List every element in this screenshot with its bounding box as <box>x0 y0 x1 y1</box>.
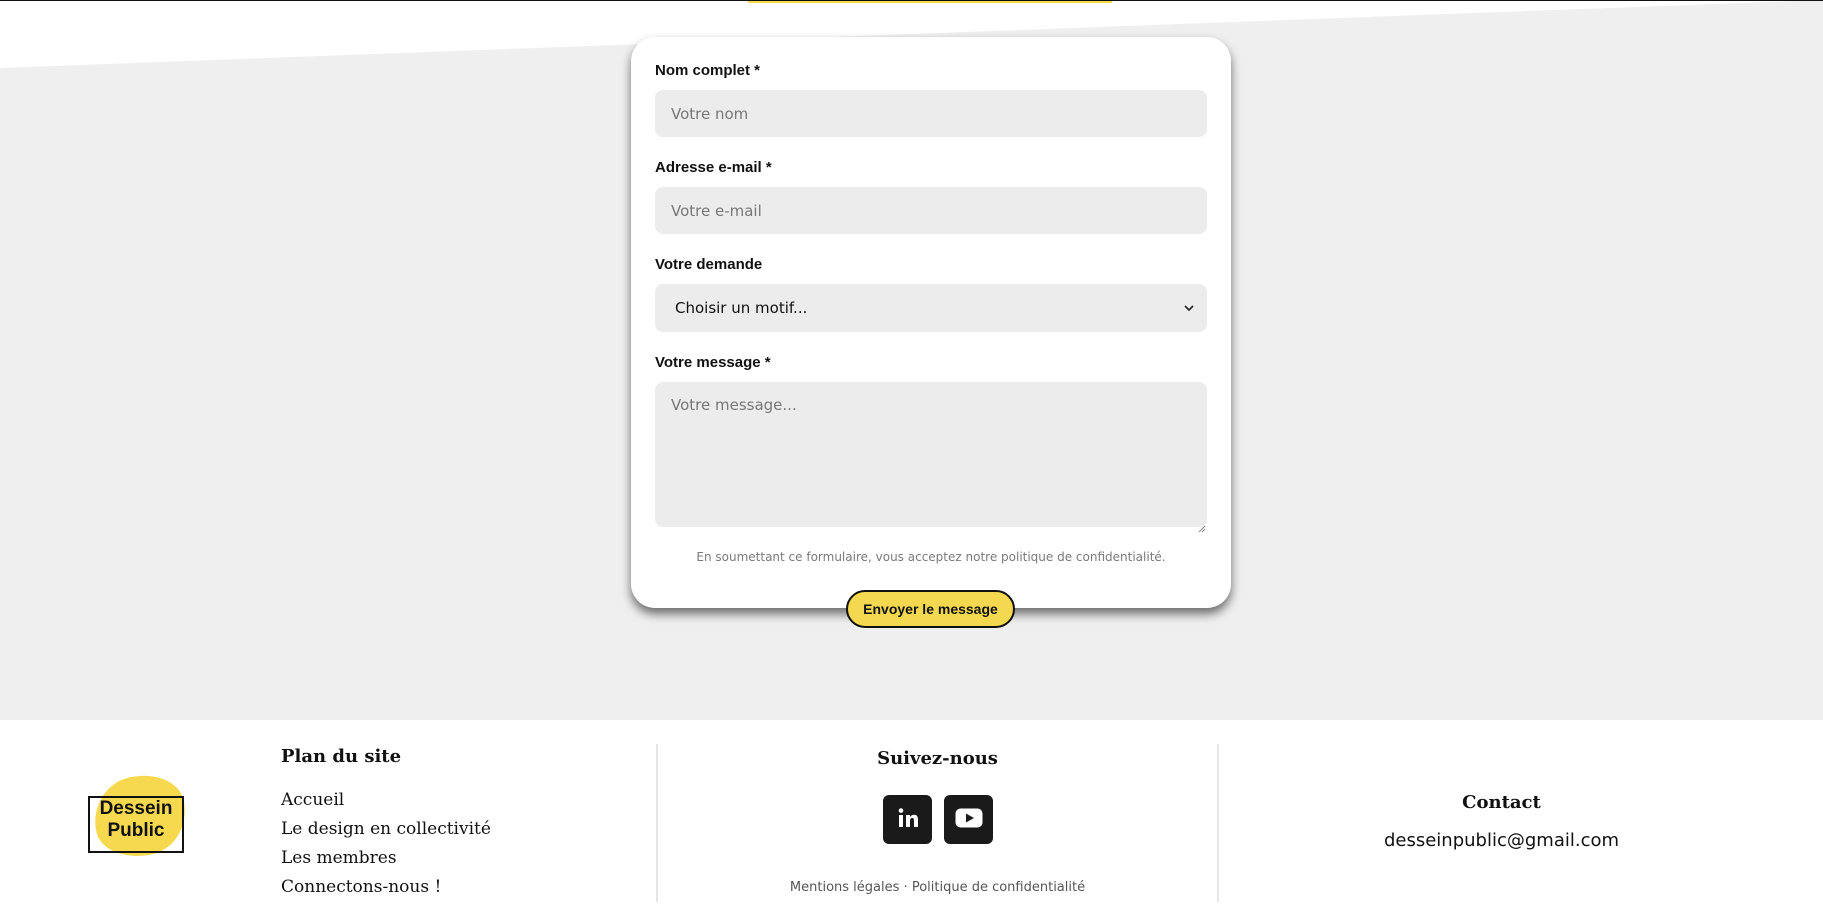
contact-section: Nom complet * Adresse e-mail * Votre dem… <box>0 0 1823 720</box>
footer-divider <box>1217 744 1219 902</box>
linkedin-button[interactable] <box>883 795 932 844</box>
legal-mentions-link[interactable]: Mentions légales <box>790 880 899 895</box>
email-input[interactable] <box>655 187 1207 234</box>
sitemap-title: Plan du site <box>281 746 402 767</box>
privacy-policy-link[interactable]: Politique de confidentialité <box>912 880 1085 895</box>
logo-line-1: Dessein <box>99 798 173 819</box>
legal-links: Mentions légales · Politique de confiden… <box>658 880 1217 895</box>
resize-grip-icon[interactable] <box>1198 518 1206 533</box>
message-textarea[interactable] <box>655 382 1207 527</box>
name-input[interactable] <box>655 90 1207 137</box>
send-message-button[interactable]: Envoyer le message <box>846 590 1015 628</box>
sitemap-link-design-collectivite[interactable]: Le design en collectivité <box>281 815 491 844</box>
site-footer: Dessein Public Plan du site Accueil Le d… <box>0 720 1823 922</box>
contact-title: Contact <box>1462 792 1541 813</box>
legal-separator: · <box>903 880 908 895</box>
logo-text: Dessein Public <box>88 798 184 842</box>
request-select[interactable]: Choisir un motif... <box>655 284 1207 332</box>
youtube-button[interactable] <box>944 795 993 844</box>
youtube-icon <box>955 808 983 832</box>
logo-line-2: Public <box>107 820 165 841</box>
chevron-down-icon <box>1183 302 1195 314</box>
follow-title: Suivez-nous <box>877 748 998 769</box>
sitemap-link-accueil[interactable]: Accueil <box>281 786 491 815</box>
message-label: Votre message * <box>655 354 771 371</box>
privacy-note: En soumettant ce formulaire, vous accept… <box>696 550 1166 564</box>
sitemap-link-connectons-nous[interactable]: Connectons-nous ! <box>281 873 491 902</box>
dessein-public-logo[interactable]: Dessein Public <box>86 767 194 874</box>
request-select-value: Choisir un motif... <box>675 299 808 317</box>
sitemap-link-membres[interactable]: Les membres <box>281 844 491 873</box>
contact-form: Nom complet * Adresse e-mail * Votre dem… <box>631 37 1231 608</box>
contact-email-link[interactable]: desseinpublic@gmail.com <box>1219 830 1784 851</box>
name-label: Nom complet * <box>655 62 761 79</box>
sitemap-list: Accueil Le design en collectivité Les me… <box>281 786 491 902</box>
linkedin-icon <box>897 807 919 833</box>
request-label: Votre demande <box>655 256 763 273</box>
email-label: Adresse e-mail * <box>655 159 772 176</box>
top-accent-bar <box>748 1 1112 3</box>
social-links <box>883 795 993 844</box>
